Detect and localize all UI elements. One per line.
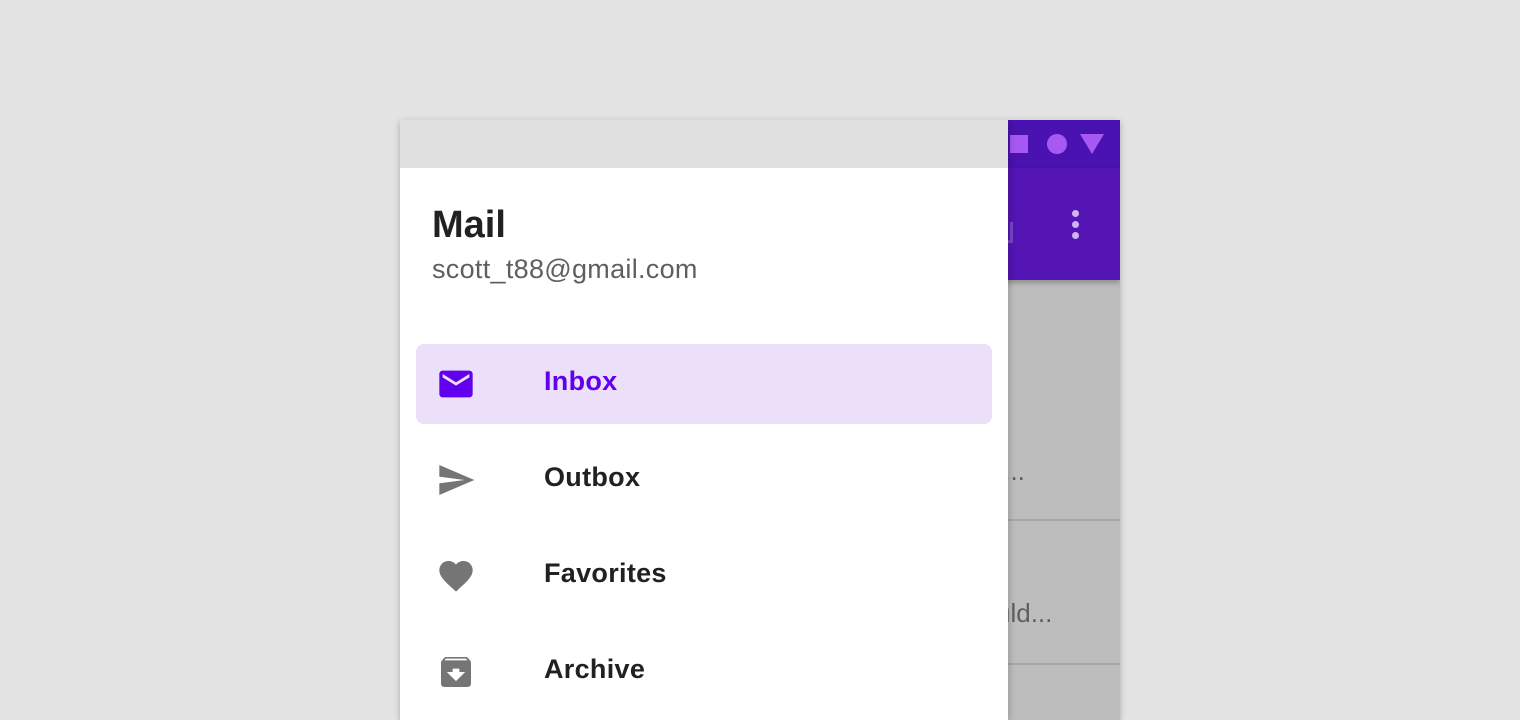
navigation-drawer: Mail scott_t88@gmail.com Inbox Outbox Fa… bbox=[400, 120, 1008, 720]
nav-item-label: Favorites bbox=[544, 558, 667, 588]
heart-icon bbox=[436, 556, 476, 596]
archive-icon bbox=[436, 652, 476, 692]
square-icon bbox=[1010, 135, 1028, 153]
drawer-title: Mail bbox=[432, 204, 506, 246]
mail-icon bbox=[436, 364, 476, 404]
nav-item-label: Archive bbox=[544, 654, 646, 684]
circle-icon bbox=[1047, 134, 1067, 154]
nav-item-label: Inbox bbox=[544, 366, 618, 396]
system-status-icons bbox=[1000, 120, 1120, 168]
nav-item-outbox[interactable]: Outbox bbox=[416, 440, 992, 520]
send-icon bbox=[436, 460, 476, 500]
drawer-status-bar bbox=[400, 120, 1008, 168]
nav-item-archive[interactable]: Archive bbox=[416, 632, 992, 712]
triangle-icon bbox=[1080, 134, 1104, 154]
phone-screen: r... uld... Mail scott_t88@gmail.com Inb… bbox=[400, 120, 1120, 720]
drawer-account-email: scott_t88@gmail.com bbox=[432, 254, 698, 284]
nav-item-label: Outbox bbox=[544, 462, 641, 492]
more-vert-icon[interactable] bbox=[1060, 202, 1090, 246]
nav-item-favorites[interactable]: Favorites bbox=[416, 536, 992, 616]
nav-item-inbox[interactable]: Inbox bbox=[416, 344, 992, 424]
